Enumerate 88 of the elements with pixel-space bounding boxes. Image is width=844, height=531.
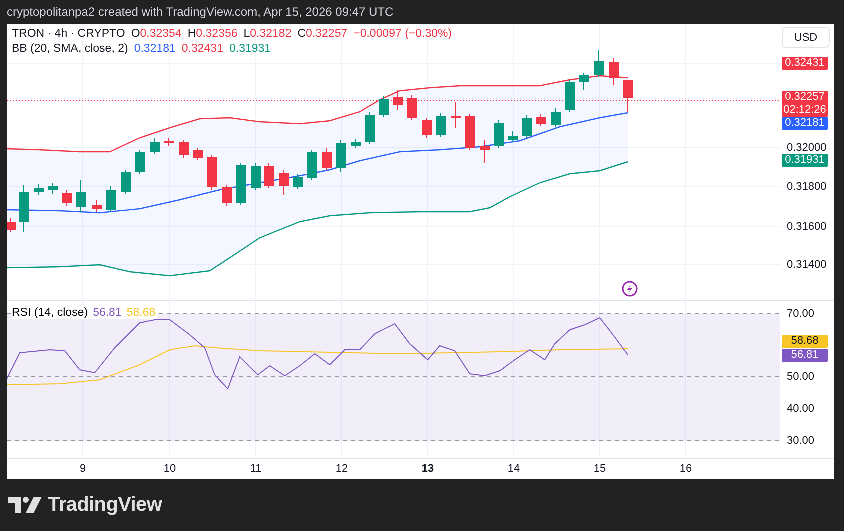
ohlc-value: 0.32354 <box>140 28 182 40</box>
candle <box>594 50 604 78</box>
axis-label: 0.31800 <box>787 180 827 194</box>
indicator-value: 0.32431 <box>182 43 224 55</box>
candle <box>34 184 44 196</box>
candle <box>322 148 332 170</box>
candle <box>451 102 461 128</box>
indicator-title: RSI (14, close) <box>12 307 88 319</box>
ohlc-label: L <box>244 28 250 40</box>
candle <box>494 120 504 148</box>
candle <box>508 130 518 142</box>
candle <box>279 170 289 196</box>
date-label: 14 <box>508 463 520 475</box>
candle <box>193 148 203 160</box>
date-label: 13 <box>422 463 434 475</box>
indicator-value: 0.31931 <box>229 43 272 55</box>
symbol-title: TRON · 4h · CRYPTO <box>12 28 126 40</box>
candle <box>565 80 575 112</box>
candle <box>150 138 160 154</box>
axis-label: 40.00 <box>787 402 815 416</box>
candle <box>365 112 375 144</box>
candle <box>135 150 145 174</box>
candle <box>536 114 546 126</box>
price-badge: 0.32181 <box>782 117 828 130</box>
candle <box>222 184 232 206</box>
axis-label: 30.00 <box>787 434 815 448</box>
candle <box>164 138 174 146</box>
candle <box>106 186 116 212</box>
candle <box>251 162 261 190</box>
candle <box>436 112 446 138</box>
ohlc-label: O <box>131 28 140 40</box>
price-badge: 0.31931 <box>782 154 828 167</box>
brand-name: TradingView <box>48 494 162 516</box>
axis-label: 0.32000 <box>787 141 827 155</box>
candle <box>465 114 475 150</box>
candle <box>62 190 72 206</box>
price-badge: 0.32257 02:12:26 <box>782 91 828 117</box>
candle <box>551 108 561 128</box>
ohlc-value: 0.32182 <box>250 28 292 40</box>
candle <box>121 170 131 194</box>
axis-label: 0.31600 <box>787 220 827 234</box>
axis-label: 0.31400 <box>787 258 827 272</box>
candle <box>393 90 403 110</box>
price-badge: 0.32431 <box>782 57 828 70</box>
snapshot-caption: cryptopolitanpa2 created with TradingView.com, Apr 15, 2026 09:47 UTC <box>7 5 394 19</box>
lightning-icon <box>622 281 638 297</box>
candle <box>336 140 346 172</box>
price-badge: 56.81 <box>782 349 828 362</box>
candle <box>207 154 217 190</box>
candle <box>307 150 317 180</box>
candle <box>19 184 29 232</box>
candle <box>236 162 246 206</box>
date-label: 11 <box>250 463 262 475</box>
date-label: 16 <box>680 463 692 475</box>
price-change: −0.00097 (−0.30%) <box>354 28 452 40</box>
candle <box>480 140 490 164</box>
indicator-title: BB (20, SMA, close, 2) <box>12 43 128 55</box>
price-badge: 58.68 <box>782 335 828 348</box>
candle <box>48 182 58 194</box>
candle <box>407 94 417 120</box>
indicator-value: 0.32181 <box>134 43 176 55</box>
candle <box>7 218 16 232</box>
ohlc-value: 0.32257 <box>306 28 348 40</box>
candle <box>623 80 633 112</box>
date-label: 10 <box>164 463 176 475</box>
candle <box>579 72 589 90</box>
date-label: 9 <box>80 463 86 475</box>
axis-label: 70.00 <box>787 307 815 321</box>
candle <box>351 138 361 148</box>
candle <box>264 162 274 188</box>
candle <box>76 180 86 212</box>
indicator-value: 58.68 <box>126 307 156 319</box>
ohlc-value: 0.32356 <box>196 28 238 40</box>
axis-label: 50.00 <box>787 370 815 384</box>
date-label: 12 <box>336 463 348 475</box>
candle <box>609 58 619 86</box>
date-label: 15 <box>594 463 606 475</box>
candle <box>379 96 389 118</box>
currency-button[interactable]: USD <box>782 27 830 48</box>
candle <box>422 118 432 138</box>
ohlc-label: C <box>298 28 306 40</box>
candle <box>522 114 532 138</box>
indicator-value: 56.81 <box>93 307 122 319</box>
ohlc-label: H <box>188 28 196 40</box>
candle <box>92 200 102 212</box>
candle <box>293 174 303 190</box>
logo-icon <box>8 497 42 513</box>
candle <box>179 140 189 158</box>
